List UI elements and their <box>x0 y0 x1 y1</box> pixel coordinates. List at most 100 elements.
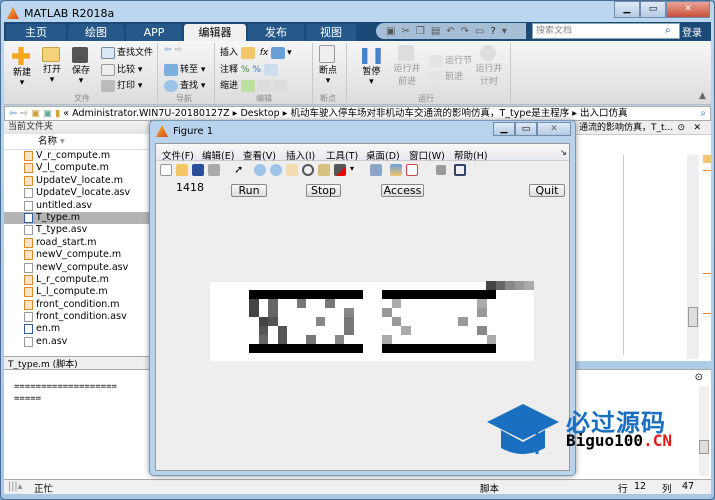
uncomment-icon[interactable]: % <box>252 65 261 75</box>
tab-publish[interactable]: 发布 <box>248 24 304 41</box>
search-icon[interactable]: ⌕ <box>701 107 706 120</box>
file-item[interactable]: UpdateV_locate.asv <box>4 187 150 199</box>
file-item[interactable]: T_type.asv <box>4 224 150 236</box>
wrap-icon[interactable] <box>263 63 278 76</box>
scroll-thumb[interactable] <box>688 307 698 327</box>
goto-button[interactable]: 转至 ▾ <box>164 62 205 76</box>
maximize-button[interactable]: ▭ <box>640 1 666 18</box>
run-button[interactable]: Run <box>231 184 267 197</box>
print-figure-icon[interactable] <box>208 164 220 176</box>
run-section-button[interactable]: 运行节 <box>429 53 472 67</box>
file-item[interactable]: T_type.m <box>4 211 150 225</box>
scroll-thumb[interactable] <box>699 440 709 454</box>
file-item[interactable]: front_condition.m <box>4 299 150 311</box>
maximize-button[interactable]: ▭ <box>515 122 537 136</box>
panel-menu-icon[interactable]: ⊙ <box>695 372 703 383</box>
open-button[interactable]: 打开 ▾ <box>42 47 62 85</box>
file-item[interactable]: en.m <box>4 323 150 335</box>
run-advance-button[interactable]: 运行并前进 <box>392 45 422 87</box>
collapse-ribbon-icon[interactable]: ▲ <box>699 91 706 101</box>
file-item[interactable]: en.asv <box>4 336 150 348</box>
data-cursor-icon[interactable] <box>318 164 330 176</box>
browse-icon[interactable]: ▣ <box>43 108 52 119</box>
file-item[interactable]: newV_compute.m <box>4 249 150 261</box>
editor-scrollbar[interactable] <box>687 155 699 359</box>
back-icon[interactable]: ⇦ <box>9 108 17 119</box>
new-figure-icon[interactable] <box>160 164 172 176</box>
editor-tab[interactable]: 通流的影响仿真，T_t... ⊙ ✕ <box>575 121 711 135</box>
file-item[interactable]: L_r_compute.m <box>4 274 150 286</box>
minimize-button[interactable]: ▁ <box>493 122 515 136</box>
rotate-icon[interactable] <box>302 164 314 176</box>
stop-button[interactable]: Stop <box>306 184 341 197</box>
menu-file[interactable]: 文件(F) <box>162 148 194 162</box>
chevron-down-icon[interactable]: ▾ <box>350 164 362 176</box>
undo-icon[interactable]: ↶ <box>446 26 454 37</box>
link-plot-icon[interactable] <box>370 164 382 176</box>
dock-icon[interactable]: ↘ <box>560 148 567 157</box>
smart-indent-icon[interactable] <box>240 79 255 92</box>
open-file-icon[interactable] <box>176 164 188 176</box>
breadcrumb-current[interactable]: 出入口仿真 <box>580 108 628 119</box>
legend-icon[interactable] <box>406 164 418 176</box>
advance-button[interactable]: 前进 <box>429 69 463 83</box>
file-item[interactable]: V_l_compute.m <box>4 162 150 174</box>
hide-plot-tools-icon[interactable] <box>436 165 446 175</box>
fx-icon[interactable]: fx <box>260 48 269 58</box>
percent-icon[interactable]: % <box>241 65 250 75</box>
breadcrumb-admin[interactable]: Administrator.WIN7U-20180127Z <box>72 108 230 119</box>
tab-apps[interactable]: APP <box>126 24 182 41</box>
up-folder-icon[interactable]: ▣ <box>31 108 40 119</box>
minimize-button[interactable]: ▁ <box>614 1 640 18</box>
file-item[interactable]: L_l_compute.m <box>4 286 150 298</box>
print-button[interactable]: 打印 ▾ <box>101 78 142 92</box>
breakpoints-button[interactable]: 断点 ▾ <box>319 45 337 86</box>
brush-icon[interactable] <box>334 164 346 176</box>
name-column-header[interactable]: 名称 ▾ <box>4 134 150 150</box>
pointer-icon[interactable]: ➚ <box>234 164 246 176</box>
help-icon[interactable]: ? <box>491 26 496 37</box>
indent-button[interactable]: 缩进 <box>220 78 289 92</box>
cut-icon[interactable]: ✂ <box>401 26 409 37</box>
zoom-in-icon[interactable] <box>254 164 266 176</box>
colorbar-icon[interactable] <box>390 164 402 176</box>
show-plot-tools-icon[interactable] <box>454 164 466 176</box>
file-item[interactable]: front_condition.asv <box>4 311 150 323</box>
close-icon[interactable]: ✕ <box>693 121 701 135</box>
file-item[interactable]: untitled.asv <box>4 200 150 212</box>
file-item[interactable]: V_r_compute.m <box>4 150 150 162</box>
address-bar[interactable]: ⇦ ⇨ ▣ ▣ ▮ « Administrator.WIN7U-20180127… <box>4 106 711 121</box>
menu-window[interactable]: 窗口(W) <box>409 148 445 162</box>
forward-icon[interactable]: ⇨ <box>20 108 28 119</box>
command-scrollbar[interactable] <box>699 386 709 476</box>
find-files-button[interactable]: 查找文件 <box>101 45 153 59</box>
comment-button[interactable]: 注释 % % <box>220 62 280 76</box>
insert-button[interactable]: 插入 fx ▾ <box>220 45 292 59</box>
tab-home[interactable]: 主页 <box>6 24 66 41</box>
redo-icon[interactable]: ↷ <box>461 26 469 37</box>
save-figure-icon[interactable] <box>192 164 204 176</box>
tab-editor[interactable]: 编辑器 <box>184 24 246 41</box>
save-button[interactable]: 保存 ▾ <box>72 47 90 86</box>
access-button[interactable]: Access <box>381 184 424 197</box>
close-button[interactable]: ✕ <box>537 122 571 136</box>
zoom-out-icon[interactable] <box>270 164 282 176</box>
search-input[interactable]: 搜索文档 <box>532 23 680 39</box>
new-button[interactable]: 新建 ▾ <box>12 47 32 88</box>
file-item[interactable]: UpdateV_locate.m <box>4 175 150 187</box>
tab-view[interactable]: 视图 <box>306 24 356 41</box>
close-button[interactable]: ✕ <box>666 1 710 18</box>
save-icon[interactable]: ▣ <box>386 26 395 37</box>
chevron-down-icon[interactable]: ▾ <box>502 26 507 37</box>
search-icon[interactable]: ⌕ <box>665 25 671 36</box>
file-item[interactable]: newV_compute.asv <box>4 262 150 274</box>
quit-button[interactable]: Quit <box>529 184 565 197</box>
breadcrumb-desktop[interactable]: Desktop <box>240 108 279 119</box>
pan-icon[interactable] <box>286 164 298 176</box>
run-time-button[interactable]: 运行并计时 <box>474 45 504 87</box>
file-item[interactable]: road_start.m <box>4 237 150 249</box>
back-forward-buttons[interactable]: ⇦ ⇨ <box>164 45 182 55</box>
tab-plots[interactable]: 绘图 <box>68 24 124 41</box>
menu-help[interactable]: 帮助(H) <box>454 148 488 162</box>
menu-tools[interactable]: 工具(T) <box>326 148 358 162</box>
